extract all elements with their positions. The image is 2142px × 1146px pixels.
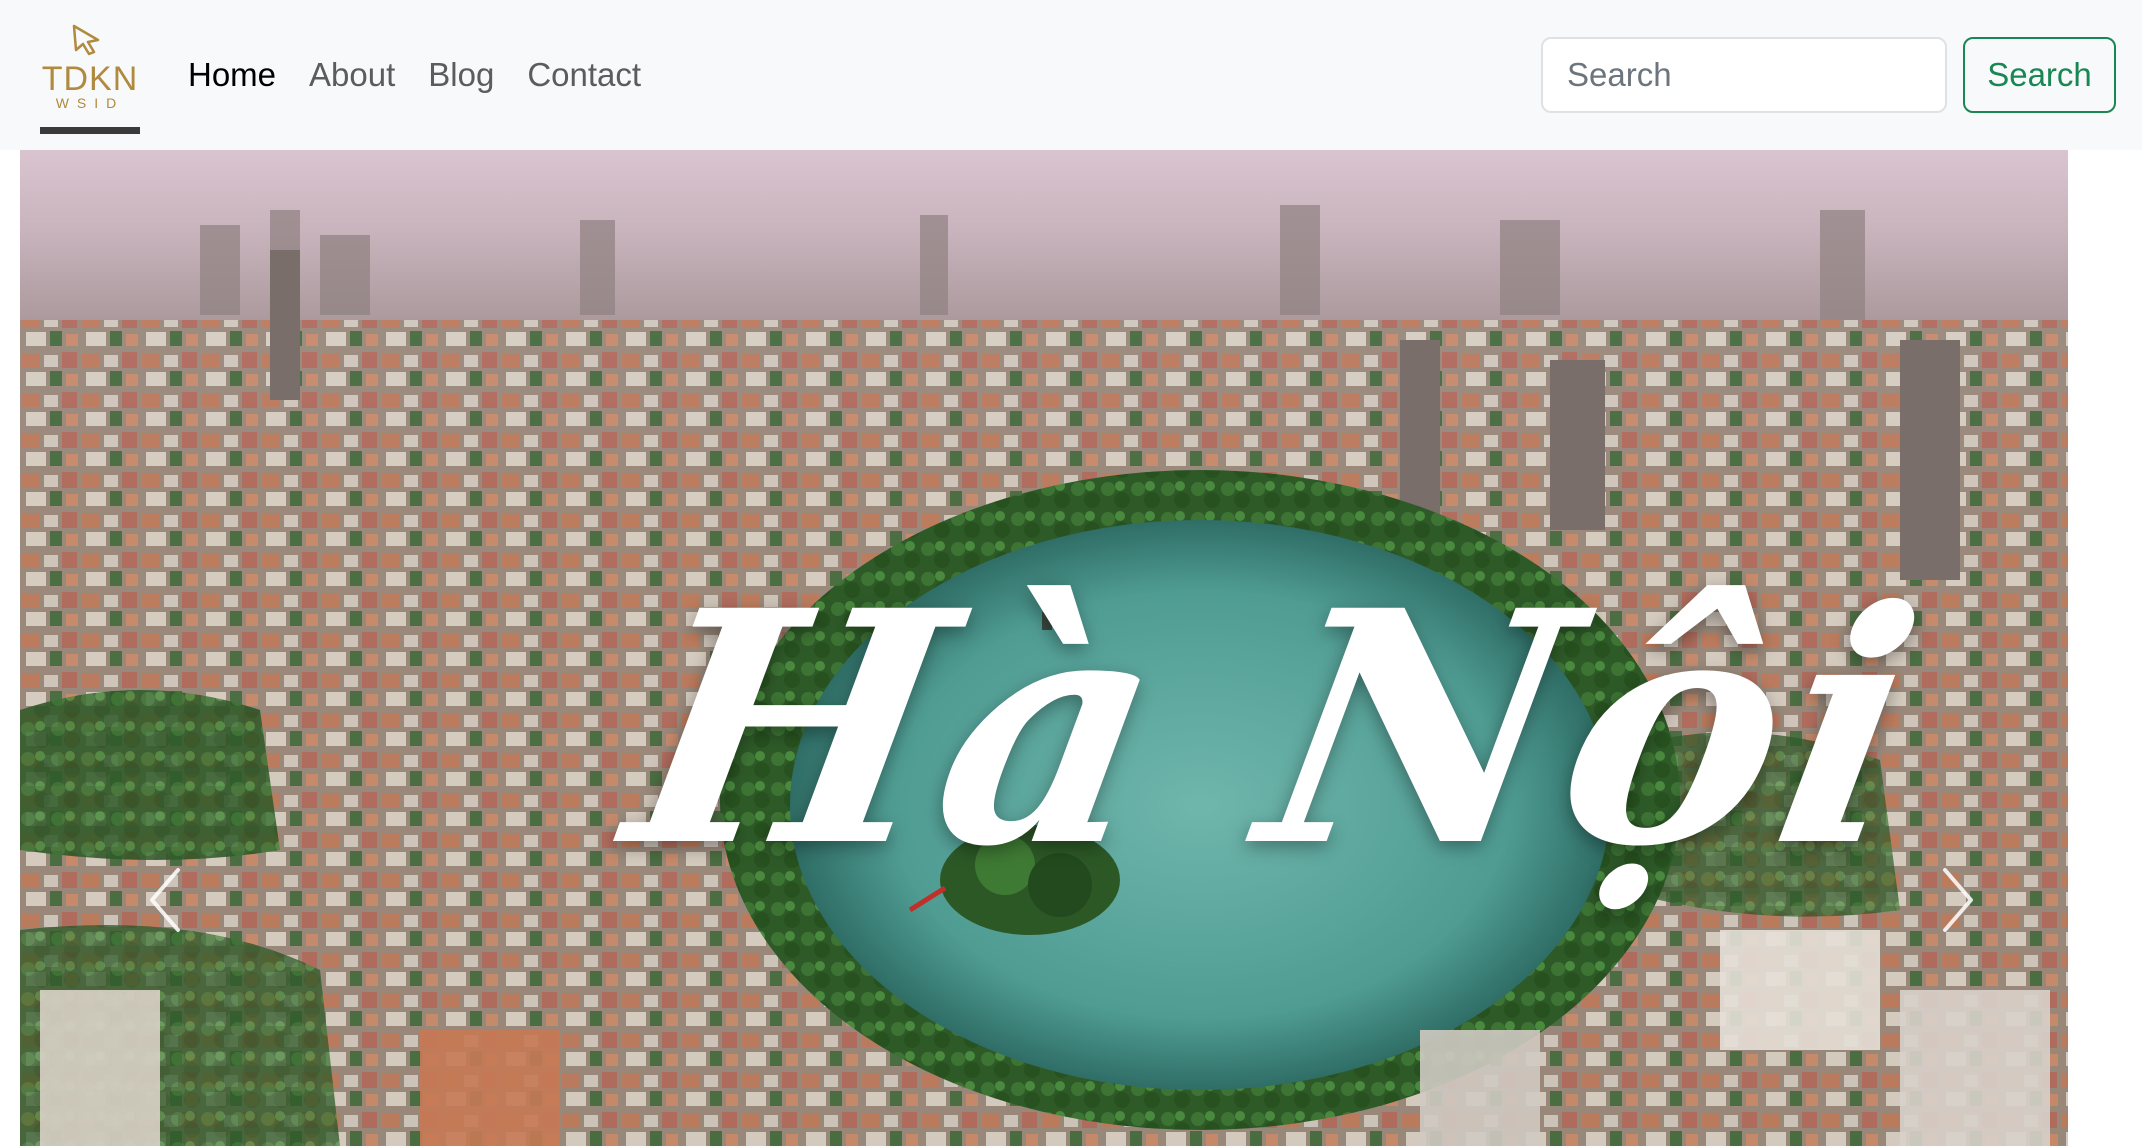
nav-links: Home About Blog Contact (188, 50, 674, 100)
chevron-left-icon (150, 868, 180, 932)
active-indicator (40, 127, 140, 134)
hero-carousel: Hà Nội (20, 150, 2068, 1146)
carousel-next-button[interactable] (1925, 860, 1985, 940)
logo-text: TDKN (42, 60, 139, 98)
chevron-right-icon (1943, 868, 1973, 932)
brand-logo[interactable]: TDKN WSID (40, 20, 140, 135)
logo-subtext: WSID (56, 95, 125, 111)
carousel-prev-button[interactable] (138, 860, 198, 940)
nav-item-blog[interactable]: Blog (428, 50, 494, 100)
navbar: TDKN WSID Home About Blog Contact Search (0, 0, 2142, 150)
carousel-caption: Hà Nội (607, 542, 1946, 917)
nav-item-home[interactable]: Home (188, 50, 276, 100)
search-form: Search (1541, 37, 2116, 113)
search-input[interactable] (1541, 37, 1947, 113)
nav-item-contact[interactable]: Contact (527, 50, 641, 100)
nav-item-about[interactable]: About (309, 50, 395, 100)
search-button[interactable]: Search (1963, 37, 2116, 113)
logo-icon: TDKN WSID (42, 24, 139, 111)
